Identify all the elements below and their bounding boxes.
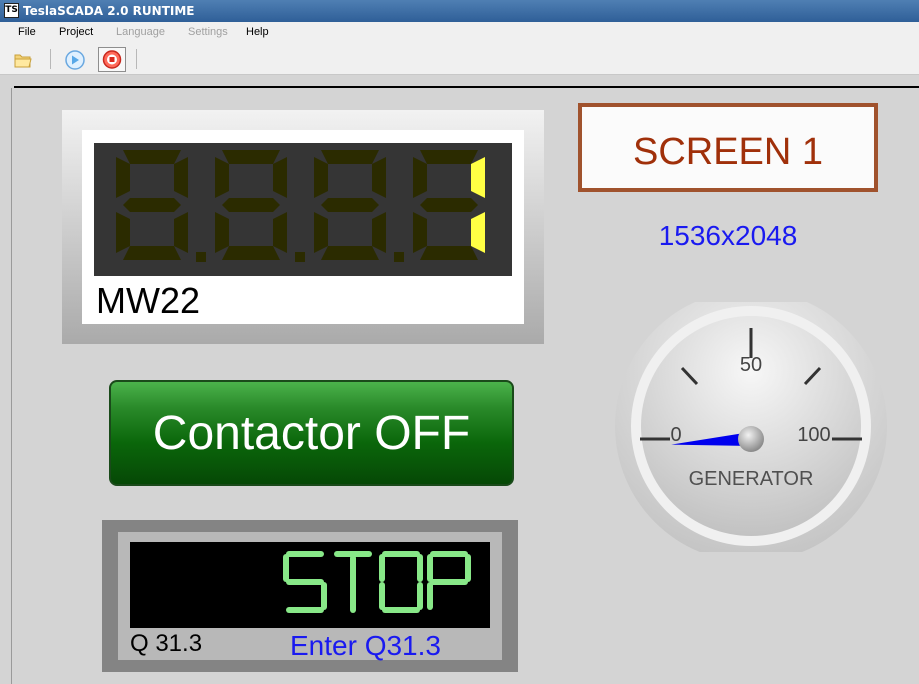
status-panel: Q 31.3 Enter Q31.3 xyxy=(102,520,518,672)
digit-segment xyxy=(215,212,229,253)
digit-segment xyxy=(321,198,379,212)
title-bar: TS TeslaSCADA 2.0 RUNTIME xyxy=(0,0,919,22)
screen-title-box: SCREEN 1 xyxy=(578,103,878,192)
gauge-hub xyxy=(738,426,764,452)
stop-button[interactable] xyxy=(98,47,126,72)
digital-display-screen xyxy=(94,143,512,276)
open-button[interactable] xyxy=(9,47,37,72)
digit-segment xyxy=(321,246,379,260)
toolbar-separator xyxy=(136,49,137,69)
app-icon: TS xyxy=(4,3,19,18)
digit-segment xyxy=(222,246,280,260)
digital-display-panel: MW22 xyxy=(82,130,524,324)
generator-gauge: 0 50 100 GENERATOR xyxy=(614,290,888,562)
digit-segment xyxy=(413,157,427,198)
status-display-text xyxy=(283,551,471,613)
status-panel-inner: Q 31.3 Enter Q31.3 xyxy=(118,532,502,662)
status-display-screen xyxy=(130,542,490,628)
digit-segment xyxy=(314,212,328,253)
digit-segment xyxy=(420,198,478,212)
window-title: TeslaSCADA 2.0 RUNTIME xyxy=(23,4,195,18)
gauge-tick-0: 0 xyxy=(670,424,681,446)
digit-segment xyxy=(174,212,188,253)
digit-segment xyxy=(174,157,188,198)
digit-segment xyxy=(471,212,485,253)
digit-segment xyxy=(123,198,181,212)
menu-project[interactable]: Project xyxy=(59,26,93,38)
menu-language[interactable]: Language xyxy=(116,26,165,38)
digit-segment xyxy=(372,212,386,253)
digit-segment xyxy=(116,212,130,253)
decimal-point xyxy=(295,252,305,262)
decimal-point xyxy=(394,252,404,262)
stop-icon xyxy=(102,50,122,69)
canvas-left-border xyxy=(11,88,12,684)
digit-segment xyxy=(471,157,485,198)
menu-bar: File Project Language Settings Help xyxy=(0,22,919,44)
digit-segment xyxy=(413,212,427,253)
gauge-tick-100: 100 xyxy=(797,424,830,446)
seven-segment-digits xyxy=(116,150,485,262)
folder-icon xyxy=(14,54,32,68)
screen-title: SCREEN 1 xyxy=(632,131,824,173)
digit-segment xyxy=(321,150,379,164)
screen-resolution: 1536x2048 xyxy=(658,220,798,251)
decimal-point xyxy=(196,252,206,262)
contactor-button[interactable]: Contactor OFF xyxy=(109,380,514,486)
menu-file[interactable]: File xyxy=(18,26,36,38)
contactor-label: Contactor OFF xyxy=(152,407,471,460)
digital-display-label: MW22 xyxy=(96,280,201,321)
toolbar-separator xyxy=(50,49,51,69)
play-icon xyxy=(65,50,85,70)
digit-segment xyxy=(314,157,328,198)
digit-segment xyxy=(273,157,287,198)
menu-settings[interactable]: Settings xyxy=(188,26,228,38)
digit-segment xyxy=(123,246,181,260)
digit-segment xyxy=(215,157,229,198)
digit-segment xyxy=(372,157,386,198)
digit-segment xyxy=(222,198,280,212)
digital-display-frame: MW22 xyxy=(62,110,544,344)
canvas-top-border xyxy=(14,86,919,88)
gauge-label: GENERATOR xyxy=(689,468,814,490)
digit-segment xyxy=(420,246,478,260)
status-address: Q 31.3 xyxy=(130,630,203,657)
digit-segment xyxy=(420,150,478,164)
digit-segment xyxy=(123,150,181,164)
digit-segment xyxy=(222,150,280,164)
menu-help[interactable]: Help xyxy=(246,26,269,38)
status-action-link[interactable]: Enter Q31.3 xyxy=(290,630,441,662)
digit-segment xyxy=(273,212,287,253)
run-button[interactable] xyxy=(61,47,89,72)
digit-segment xyxy=(116,157,130,198)
gauge-tick-50: 50 xyxy=(740,354,762,376)
toolbar xyxy=(0,44,919,75)
